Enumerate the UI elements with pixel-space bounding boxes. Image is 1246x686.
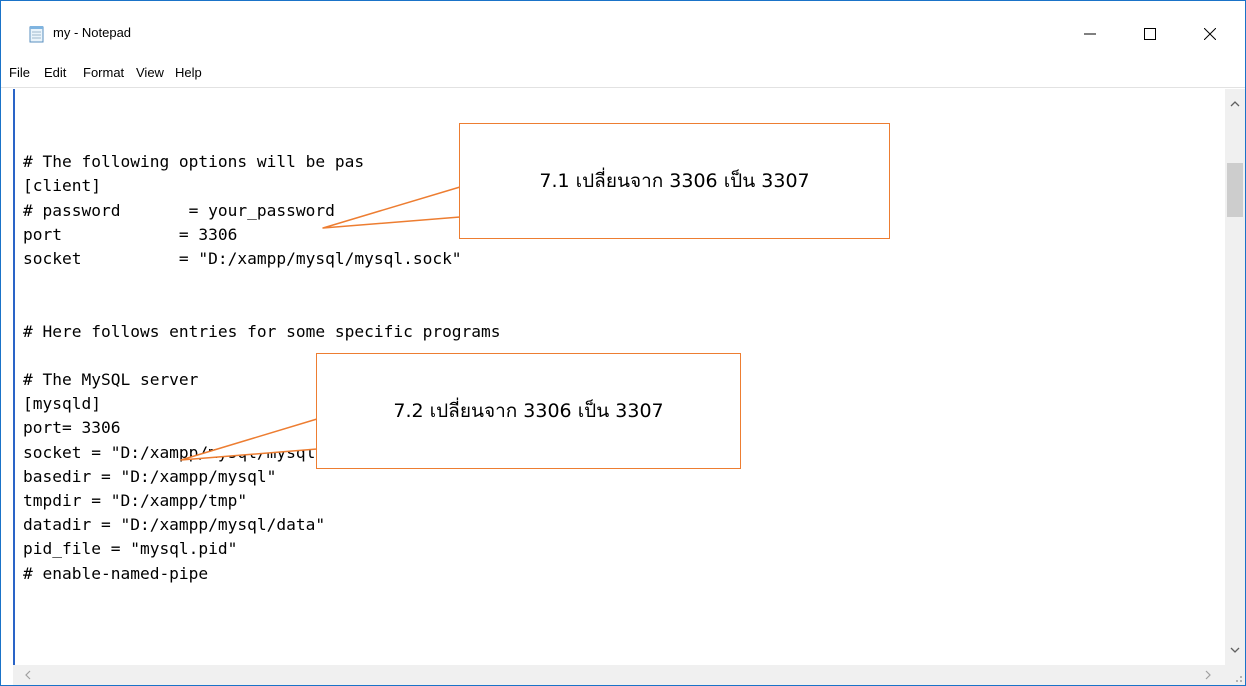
scroll-up-button[interactable] — [1225, 95, 1245, 113]
editor-line: pid_file = "mysql.pid" — [23, 539, 238, 559]
scroll-left-button[interactable] — [19, 665, 37, 685]
menu-view[interactable]: View — [134, 63, 166, 83]
callout-box-7-1: 7.1 เปลี่ยนจาก 3306 เป็น 3307 — [459, 123, 890, 239]
menu-edit[interactable]: Edit — [42, 63, 68, 83]
chevron-down-icon — [1230, 647, 1240, 653]
editor-line: # The following options will be pas — [23, 152, 365, 172]
minimize-icon — [1084, 33, 1096, 35]
editor-line: datadir = "D:/xampp/mysql/data" — [23, 515, 326, 535]
scroll-down-button[interactable] — [1225, 641, 1245, 659]
chevron-up-icon — [1230, 101, 1240, 107]
editor-line: [client] — [23, 176, 101, 196]
notepad-window: my - Notepad File Edit Format View Help … — [0, 0, 1246, 686]
maximize-icon — [1144, 28, 1156, 40]
menu-help[interactable]: Help — [173, 63, 204, 83]
editor-line: tmpdir = "D:/xampp/tmp" — [23, 491, 248, 511]
editor-line: # Here follows entries for some specific… — [23, 321, 501, 341]
close-icon — [1204, 28, 1216, 40]
horizontal-scrollbar[interactable] — [13, 665, 1225, 685]
close-button[interactable] — [1181, 1, 1239, 67]
notepad-icon — [28, 25, 46, 43]
scroll-thumb[interactable] — [1227, 163, 1243, 217]
menu-file[interactable]: File — [7, 63, 32, 83]
maximize-button[interactable] — [1121, 1, 1179, 67]
callout-label-7-1: 7.1 เปลี่ยนจาก 3306 เป็น 3307 — [539, 170, 810, 192]
editor-line: # enable-named-pipe — [23, 563, 209, 583]
editor-line: port = 3306 — [23, 224, 238, 244]
title-bar[interactable]: my - Notepad — [1, 1, 1245, 43]
window-title: my - Notepad — [53, 25, 132, 40]
callout-box-7-2: 7.2 เปลี่ยนจาก 3306 เป็น 3307 — [316, 353, 741, 469]
menu-format[interactable]: Format — [81, 63, 126, 83]
editor-line: # password = your_password — [23, 200, 335, 220]
minimize-button[interactable] — [1061, 1, 1119, 67]
callout-label-7-2: 7.2 เปลี่ยนจาก 3306 เป็น 3307 — [393, 400, 664, 422]
menu-bar: File Edit Format View Help — [1, 59, 1245, 88]
resize-grip[interactable] — [1225, 665, 1245, 685]
chevron-left-icon — [25, 670, 31, 680]
vertical-scrollbar[interactable] — [1225, 89, 1245, 665]
scroll-right-button[interactable] — [1199, 665, 1217, 685]
editor-line: socket = "D:/xampp/mysql/mysql.sock" — [23, 249, 462, 269]
chevron-right-icon — [1205, 670, 1211, 680]
